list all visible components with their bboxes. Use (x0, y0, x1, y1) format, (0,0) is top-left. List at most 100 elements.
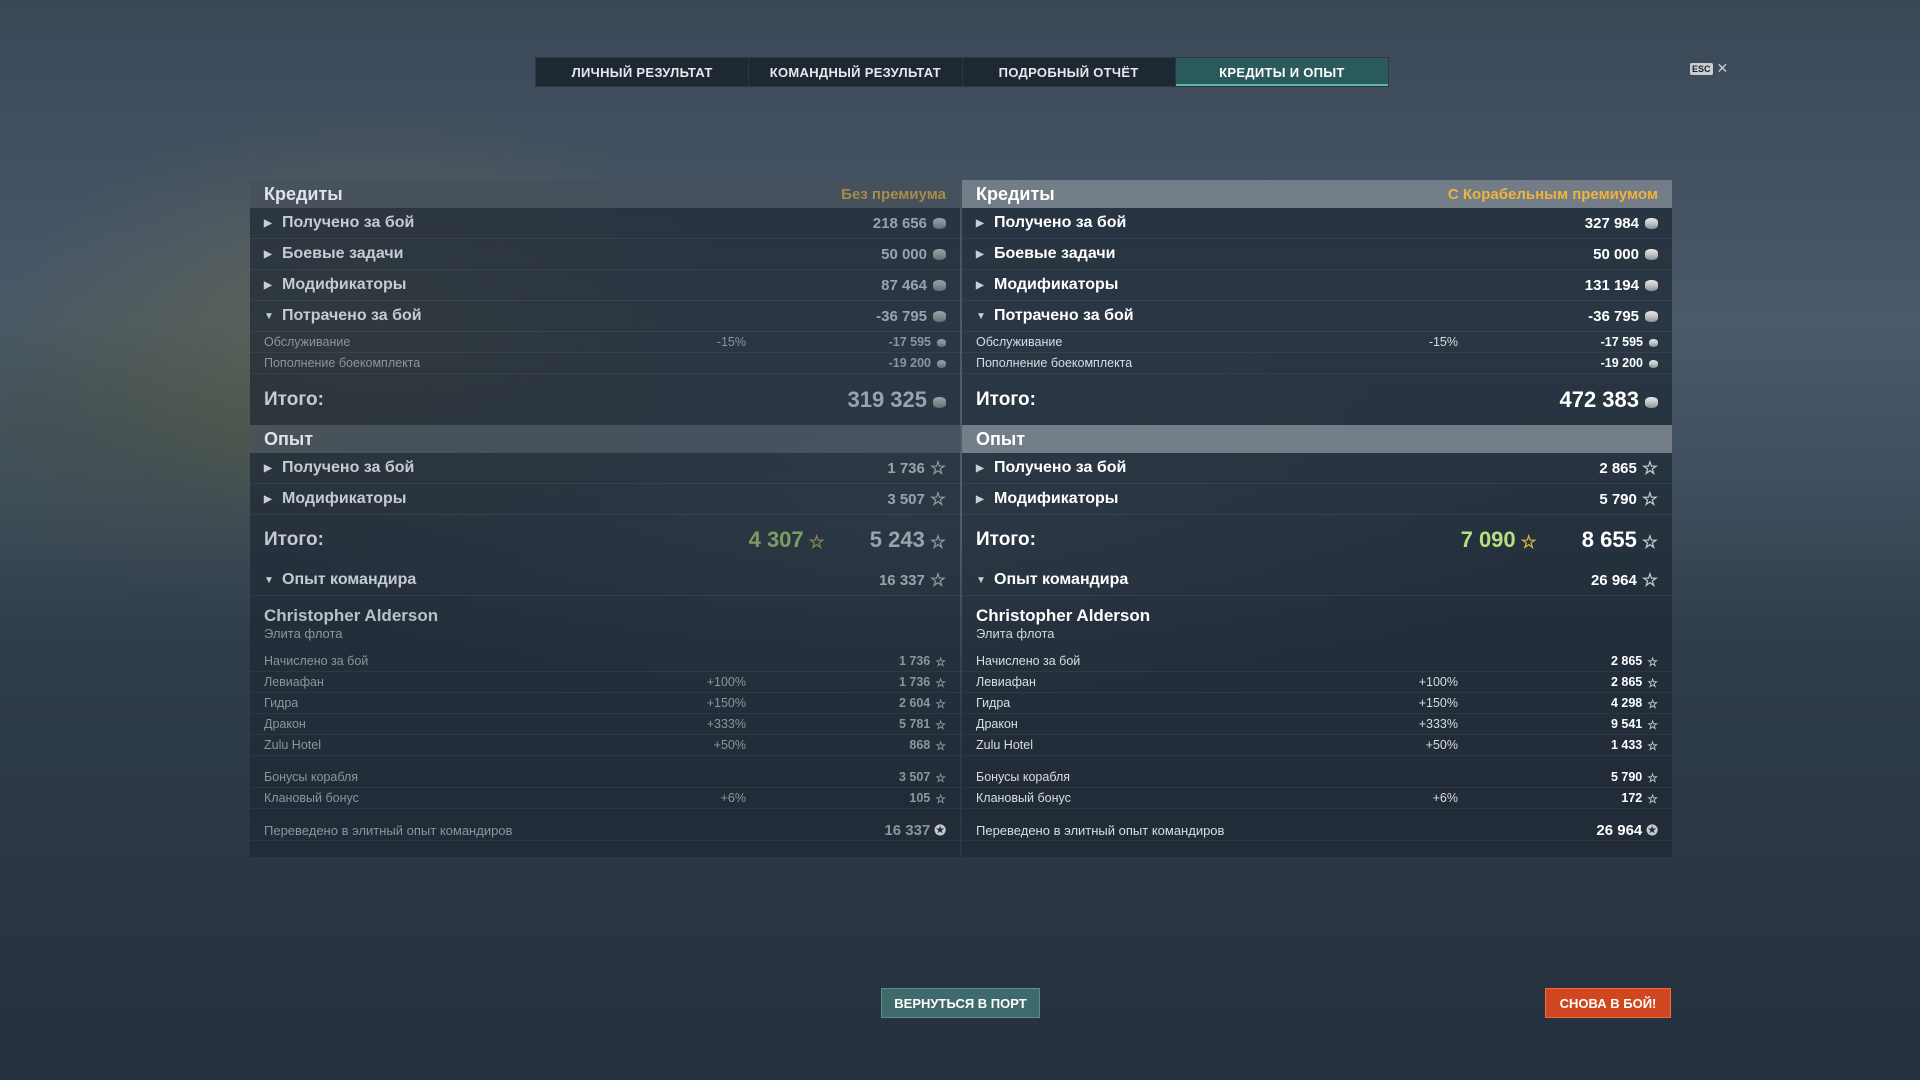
row-label: Получено за бой (994, 214, 1127, 231)
xp-star-icon: ☆ (1641, 457, 1658, 478)
xp-header: Опыт (962, 425, 1672, 453)
commander-xp-row[interactable]: ▼ Опыт командира 26 964 ☆ (962, 565, 1672, 596)
credits-total: Итого: 319 325 (250, 374, 960, 425)
chevron-down-icon: ▼ (264, 574, 274, 586)
cmd-row: Начислено за бой 2 865 ☆ (962, 651, 1672, 672)
xp-star-icon: ☆ (1647, 791, 1658, 806)
credits-row-earned[interactable]: ▶ Получено за бой 218 656 (250, 208, 960, 239)
chevron-down-icon: ▼ (976, 574, 986, 586)
row-value: -36 795 (876, 308, 946, 325)
sub-value: -19 200 (856, 356, 946, 370)
xp-header: Опыт (250, 425, 960, 453)
row-label: Потрачено за бой (994, 307, 1134, 324)
xp-star-icon: ☆ (935, 791, 946, 806)
chevron-right-icon: ▶ (264, 279, 272, 291)
xp-total-green: 4 307 ☆ (748, 527, 825, 552)
xp-star-icon: ☆ (1647, 654, 1658, 669)
commander-name: Christopher Alderson (264, 606, 439, 625)
chevron-down-icon: ▼ (264, 310, 274, 322)
row-label: Получено за бой (282, 459, 415, 476)
cmd-row: Дракон +333% 9 541 ☆ (962, 714, 1672, 735)
row-label: Модификаторы (282, 276, 407, 293)
row-value: 218 656 (873, 215, 946, 232)
tab-credits-and-xp[interactable]: КРЕДИТЫ И ОПЫТ (1175, 58, 1388, 86)
xp-row-modifiers[interactable]: ▶ Модификаторы 5 790 ☆ (962, 484, 1672, 515)
xp-title: Опыт (976, 428, 1026, 449)
credits-icon (933, 248, 946, 260)
xp-star-icon: ☆ (1520, 532, 1537, 552)
credits-icon (933, 279, 946, 291)
credits-title: Кредиты (264, 183, 343, 204)
xp-row-earned[interactable]: ▶ Получено за бой 2 865 ☆ (962, 453, 1672, 484)
credits-icon (937, 339, 946, 347)
commander-name: Christopher Alderson (976, 606, 1151, 625)
cmd-row: Дракон +333% 5 781 ☆ (250, 714, 960, 735)
cmd-row: Гидра +150% 2 604 ☆ (250, 693, 960, 714)
credits-row-missions[interactable]: ▶ Боевые задачи 50 000 (250, 239, 960, 270)
xp-total-green: 7 090 ☆ (1460, 527, 1537, 552)
xp-star-icon: ☆ (1641, 488, 1658, 509)
cmd-row: Левиафан +100% 1 736 ☆ (250, 672, 960, 693)
sub-row-service: Обслуживание -15% -17 595 (250, 332, 960, 353)
row-value: 1 736 ☆ (887, 457, 946, 478)
xp-star-icon: ☆ (1647, 717, 1658, 732)
xp-row-earned[interactable]: ▶ Получено за бой 1 736 ☆ (250, 453, 960, 484)
chevron-right-icon: ▶ (264, 462, 272, 474)
row-label: Модификаторы (994, 276, 1119, 293)
battle-again-button[interactable]: СНОВА В БОЙ! (1545, 988, 1671, 1018)
sub-row-ammo: Пополнение боекомплекта -19 200 (962, 353, 1672, 374)
credits-row-missions[interactable]: ▶ Боевые задачи 50 000 (962, 239, 1672, 270)
chevron-right-icon: ▶ (264, 217, 272, 229)
xp-star-icon: ☆ (1647, 770, 1658, 785)
xp-star-icon: ☆ (929, 569, 946, 590)
premium-label: Без премиума (841, 185, 946, 203)
credits-row-spent[interactable]: ▼ Потрачено за бой -36 795 (962, 301, 1672, 332)
xp-star-icon: ☆ (929, 457, 946, 478)
row-value: 3 507 ☆ (887, 488, 946, 509)
xp-star-icon: ☆ (1647, 696, 1658, 711)
credits-icon (1645, 217, 1658, 229)
credits-icon (1649, 339, 1658, 347)
xp-row-modifiers[interactable]: ▶ Модификаторы 3 507 ☆ (250, 484, 960, 515)
credits-icon (1645, 310, 1658, 322)
tab-personal-result[interactable]: ЛИЧНЫЙ РЕЗУЛЬТАТ (536, 58, 750, 86)
tab-detailed-report[interactable]: ПОДРОБНЫЙ ОТЧЁТ (963, 58, 1176, 86)
credits-icon (933, 310, 946, 322)
row-label: Боевые задачи (282, 245, 404, 262)
credits-row-earned[interactable]: ▶ Получено за бой 327 984 (962, 208, 1672, 239)
elite-commander-xp-icon: ✪ (1646, 821, 1658, 838)
commander-rank: Элита флота (264, 626, 343, 641)
credits-total: Итого: 472 383 (962, 374, 1672, 425)
sub-row-service: Обслуживание -15% -17 595 (962, 332, 1672, 353)
commander-xp-row[interactable]: ▼ Опыт командира 16 337 ☆ (250, 565, 960, 596)
credits-row-spent[interactable]: ▼ Потрачено за бой -36 795 (250, 301, 960, 332)
xp-star-icon: ☆ (1647, 675, 1658, 690)
credits-row-modifiers[interactable]: ▶ Модификаторы 87 464 (250, 270, 960, 301)
return-to-port-button[interactable]: ВЕРНУТЬСЯ В ПОРТ (881, 988, 1040, 1018)
xp-star-icon: ☆ (935, 738, 946, 753)
bonus-row: Бонусы корабля 3 507 ☆ (250, 767, 960, 788)
xp-total: Итого: 4 307 ☆ 5 243 ☆ (250, 515, 960, 565)
tab-team-result[interactable]: КОМАНДНЫЙ РЕЗУЛЬТАТ (749, 58, 963, 86)
chevron-right-icon: ▶ (976, 493, 984, 505)
premium-label: С Корабельным премиумом (1447, 185, 1658, 203)
total-label: Итого: (264, 388, 324, 410)
credits-icon (1649, 360, 1658, 368)
cmd-row: Zulu Hotel +50% 868 ☆ (250, 735, 960, 756)
close-button[interactable]: ESC ✕ (1690, 60, 1728, 77)
chevron-down-icon: ▼ (976, 310, 986, 322)
xp-star-icon: ☆ (935, 696, 946, 711)
xp-star-icon: ☆ (935, 717, 946, 732)
xp-total-value: 8 655 ☆ (1581, 527, 1658, 552)
credits-row-modifiers[interactable]: ▶ Модификаторы 131 194 (962, 270, 1672, 301)
row-label: Модификаторы (282, 490, 407, 507)
chevron-right-icon: ▶ (976, 217, 984, 229)
xp-star-icon: ☆ (1641, 532, 1658, 552)
credits-title: Кредиты (976, 183, 1055, 204)
credits-icon (1645, 279, 1658, 291)
panel-no-premium: Кредиты Без премиума ▶ Получено за бой 2… (250, 180, 960, 857)
sub-value: -17 595 (856, 335, 946, 349)
xp-star-icon: ☆ (929, 488, 946, 509)
row-value: 50 000 (1593, 246, 1658, 263)
commander-rank: Элита флота (976, 626, 1055, 641)
